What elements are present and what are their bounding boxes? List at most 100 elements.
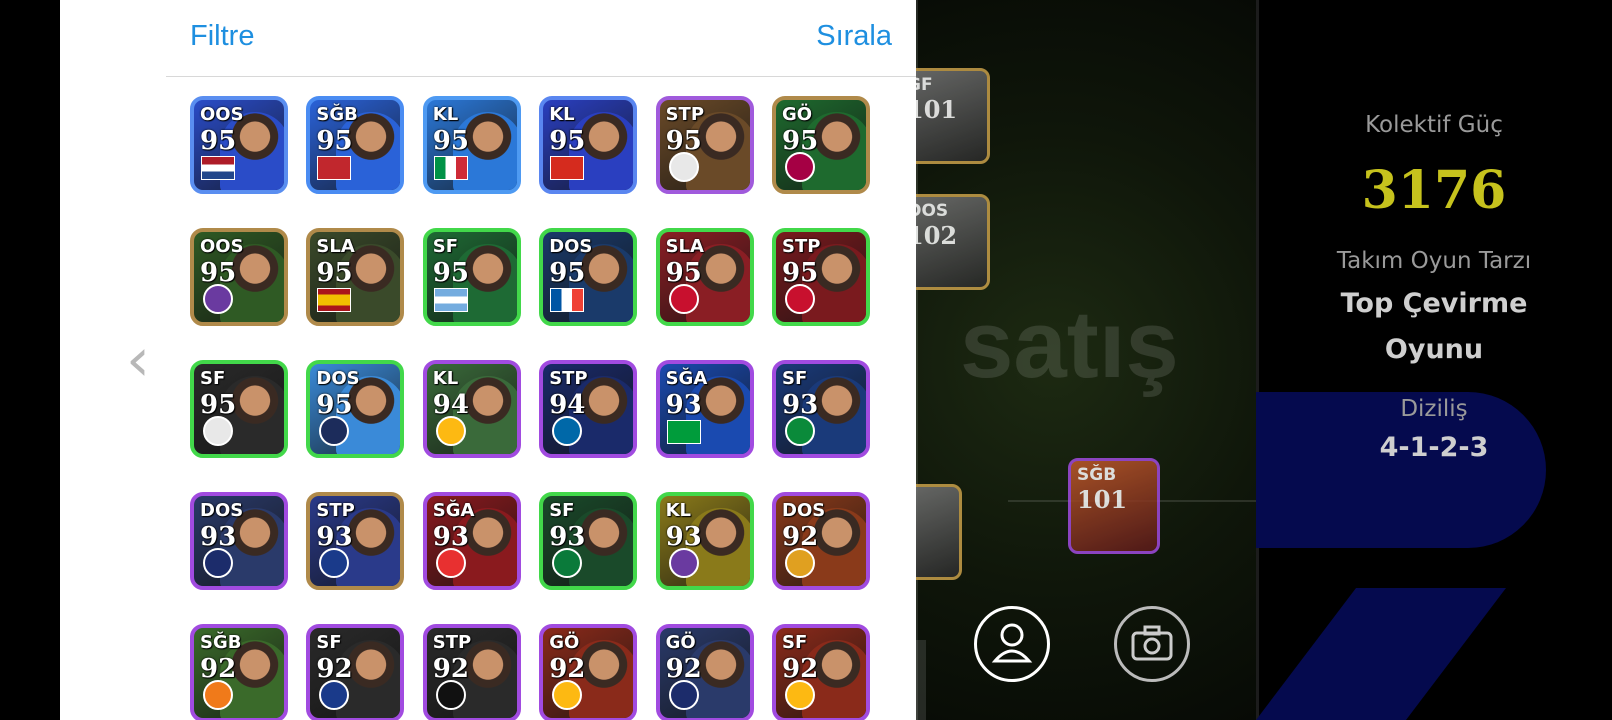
card-position: KL — [665, 500, 692, 521]
player-card[interactable]: SF 93 — [772, 360, 870, 458]
card-rating: 93 — [432, 522, 469, 552]
card-rating: 93 — [782, 390, 819, 420]
player-card[interactable]: DOS 92 — [772, 492, 870, 590]
switzerland-flag-icon — [550, 156, 585, 180]
player-card[interactable]: KL 95 — [422, 96, 521, 194]
player-card[interactable]: KL 94 — [422, 360, 521, 458]
power-value: 3176 — [1361, 160, 1507, 221]
club-galatasaray-badge-icon — [785, 680, 815, 710]
card-rating: 92 — [549, 654, 586, 684]
player-card[interactable]: OOS 95 — [190, 228, 288, 326]
spain-flag-icon — [317, 288, 352, 312]
formation-value: 4-1-2-3 — [1379, 432, 1489, 463]
player-card[interactable]: GÖ 92 — [539, 624, 638, 720]
player-card[interactable]: SF 95 — [190, 360, 288, 458]
card-rating: 95 — [200, 126, 237, 156]
person-icon — [991, 623, 1033, 663]
player-card[interactable]: KL 95 — [539, 96, 638, 194]
card-position: STP — [432, 632, 472, 653]
card-position: SF — [782, 632, 808, 653]
player-card[interactable]: GÖ 92 — [655, 624, 754, 720]
player-card[interactable]: SLA 95 — [655, 228, 754, 326]
camera-button[interactable] — [1114, 606, 1190, 682]
card-position: OOS — [200, 104, 244, 125]
club-barcelona-badge-icon — [785, 152, 815, 182]
card-rating: 93 — [316, 522, 353, 552]
card-position: STP — [782, 236, 821, 257]
card-rating: 95 — [316, 258, 353, 288]
card-position: KL — [549, 104, 575, 125]
card-position: DOS — [549, 236, 593, 257]
watermark: satış — [960, 291, 1179, 398]
card-rating: 95 — [432, 126, 469, 156]
card-position: OOS — [200, 236, 244, 257]
player-card[interactable]: SĞA 93 — [422, 492, 521, 590]
card-rating: 95 — [665, 258, 702, 288]
club-fenerbahce-badge-icon — [668, 680, 699, 710]
club-inter-badge-icon — [552, 416, 583, 446]
club-liverpool-badge-icon — [668, 284, 699, 314]
card-position: GÖ — [782, 104, 813, 125]
player-card[interactable]: DOS 95 — [306, 360, 405, 458]
style-value-line2: Oyunu — [1384, 334, 1484, 365]
morocco-flag-icon — [317, 156, 352, 180]
card-position: SF — [200, 368, 226, 389]
formation-label: Diziliş — [1400, 396, 1468, 422]
field-card[interactable]: SĞB 101 — [1068, 458, 1160, 554]
player-card[interactable]: SF 92 — [772, 624, 870, 720]
card-rating: 95 — [200, 258, 237, 288]
card-rating: 92 — [782, 522, 819, 552]
card-position: DOS — [200, 500, 244, 521]
player-card[interactable]: SĞB 95 — [306, 96, 405, 194]
card-rating: 94 — [549, 390, 586, 420]
card-rating: 95 — [316, 126, 353, 156]
chevron-left-icon[interactable]: ‹ — [126, 330, 150, 390]
card-position: SF — [432, 236, 459, 257]
side-strip — [60, 0, 167, 720]
player-card[interactable]: STP 92 — [422, 624, 521, 720]
card-rating: 92 — [200, 654, 237, 684]
player-card[interactable]: OOS 95 — [190, 96, 288, 194]
card-rating: 95 — [782, 258, 819, 288]
card-rating: 93 — [200, 522, 237, 552]
card-rating: 95 — [200, 390, 237, 420]
club-real-madrid-badge-icon — [668, 152, 699, 182]
card-position: DOS — [316, 368, 360, 389]
profile-button[interactable] — [974, 606, 1050, 682]
card-rating: 95 — [549, 126, 586, 156]
card-rating: 95 — [782, 126, 819, 156]
player-card[interactable]: SĞB 92 — [190, 624, 288, 720]
player-card[interactable]: SF 92 — [306, 624, 405, 720]
club-real-madrid-badge-icon — [203, 416, 233, 446]
card-position: GÖ — [549, 632, 580, 653]
sort-button[interactable]: Sırala — [816, 20, 892, 53]
brazil-flag-icon — [666, 420, 701, 444]
player-card[interactable]: SF 95 — [422, 228, 521, 326]
player-card[interactable]: SĞA 93 — [655, 360, 754, 458]
card-position: SĞB — [200, 632, 242, 653]
club-besiktas-badge-icon — [435, 680, 466, 710]
club-benfica-badge-icon — [435, 548, 466, 578]
player-card[interactable]: DOS 93 — [190, 492, 288, 590]
player-card[interactable]: DOS 95 — [539, 228, 638, 326]
player-list-panel: Filtre Sırala OOS 95 SĞB 95 KL 95 KL 95 STP 95 GÖ 9… — [166, 0, 916, 720]
club-rizespor-badge-icon — [785, 416, 815, 446]
player-card[interactable]: STP 93 — [306, 492, 405, 590]
card-rating: 92 — [316, 654, 353, 684]
card-position: KL — [432, 104, 459, 125]
card-position: SĞA — [665, 368, 708, 389]
player-card[interactable]: STP 95 — [655, 96, 754, 194]
player-card[interactable]: STP 94 — [539, 360, 638, 458]
player-card[interactable]: SF 93 — [539, 492, 638, 590]
player-card[interactable]: SLA 95 — [306, 228, 405, 326]
player-card[interactable]: KL 93 — [655, 492, 754, 590]
filter-button[interactable]: Filtre — [190, 20, 254, 53]
card-position: SF — [549, 500, 575, 521]
card-position: SĞA — [432, 500, 475, 521]
card-position: DOS — [782, 500, 826, 521]
player-card[interactable]: GÖ 95 — [772, 96, 870, 194]
player-card[interactable]: STP 95 — [772, 228, 870, 326]
camera-icon — [1131, 625, 1173, 661]
card-rating: 93 — [665, 522, 702, 552]
power-label: Kolektif Güç — [1365, 112, 1503, 138]
